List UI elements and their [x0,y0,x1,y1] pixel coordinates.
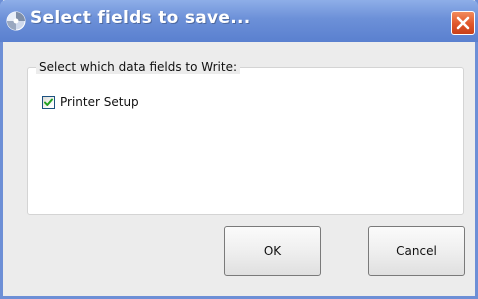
app-logo-icon [6,11,26,31]
checkmark-icon [44,98,53,106]
dialog-window: Select fields to save... Select which da… [0,0,478,299]
cancel-button[interactable]: Cancel [368,226,465,276]
ok-button[interactable]: OK [224,226,321,276]
fields-groupbox: Select which data fields to Write: Print… [27,60,464,215]
field-printer-setup[interactable]: Printer Setup [42,94,139,110]
printer-setup-label: Printer Setup [60,95,139,109]
dialog-title: Select fields to save... [30,8,251,28]
printer-setup-checkbox[interactable] [42,95,55,109]
close-icon [456,16,470,30]
title-bar[interactable]: Select fields to save... [0,0,478,42]
group-legend: Select which data fields to Write: [36,60,240,74]
close-button[interactable] [451,11,475,35]
